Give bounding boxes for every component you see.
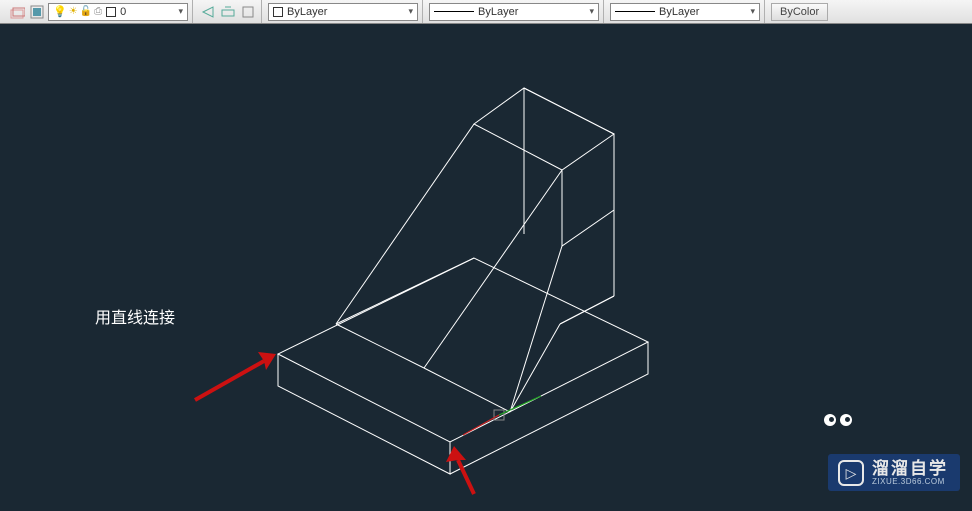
toolbar: 💡 ☀ 🔓 ⎙ 0 ▾ ByLayer ▾ ByLayer ▾ bbox=[0, 0, 972, 24]
new-layer-icon[interactable] bbox=[8, 3, 26, 21]
plotstyle-button[interactable]: ByColor bbox=[771, 3, 828, 21]
play-icon: ▷ bbox=[838, 460, 864, 486]
lineweight-section: ByLayer ▾ bbox=[606, 0, 765, 23]
annotation-arrows bbox=[195, 352, 474, 494]
linetype-section: ByLayer ▾ bbox=[425, 0, 604, 23]
line-sample-icon bbox=[615, 11, 655, 12]
chevron-down-icon: ▾ bbox=[746, 6, 755, 17]
lock-icon: 🔓 bbox=[80, 6, 92, 17]
eye-icon bbox=[824, 414, 836, 426]
layer-states-icon[interactable] bbox=[28, 3, 46, 21]
drawing-svg bbox=[0, 24, 972, 511]
lineweight-dropdown[interactable]: ByLayer ▾ bbox=[610, 3, 760, 21]
layer-tools-section: 💡 ☀ 🔓 ⎙ 0 ▾ bbox=[4, 0, 193, 23]
plotstyle-label: ByColor bbox=[780, 6, 819, 18]
annotation-text: 用直线连接 bbox=[95, 310, 175, 327]
layer-isolate-icon[interactable] bbox=[239, 3, 257, 21]
lineweight-value: ByLayer bbox=[659, 6, 699, 18]
lightbulb-icon: 💡 bbox=[53, 5, 67, 18]
eye-icon bbox=[840, 414, 852, 426]
chevron-down-icon: ▾ bbox=[404, 6, 413, 17]
watermark-main: 溜溜自学 bbox=[872, 460, 948, 479]
layer-match-icon[interactable] bbox=[219, 3, 237, 21]
layer-name-value: 0 bbox=[120, 6, 126, 18]
layer-dropdown[interactable]: 💡 ☀ 🔓 ⎙ 0 ▾ bbox=[48, 3, 188, 21]
annotation-label: 用直线连接 bbox=[95, 304, 175, 328]
wireframe-model bbox=[278, 88, 648, 474]
drawing-canvas[interactable]: 用直线连接 ▷ 溜溜自学 ZIXUE.3D66.COM bbox=[0, 24, 972, 511]
line-sample-icon bbox=[434, 11, 474, 12]
chevron-down-icon: ▾ bbox=[585, 6, 594, 17]
watermark: ▷ 溜溜自学 ZIXUE.3D66.COM bbox=[828, 454, 960, 491]
color-swatch-icon bbox=[273, 7, 283, 17]
sun-icon: ☀ bbox=[69, 6, 78, 17]
watermark-sub: ZIXUE.3D66.COM bbox=[872, 478, 948, 487]
linetype-value: ByLayer bbox=[478, 6, 518, 18]
layer-color-swatch bbox=[106, 7, 116, 17]
color-dropdown[interactable]: ByLayer ▾ bbox=[268, 3, 418, 21]
chevron-down-icon: ▾ bbox=[174, 6, 183, 17]
linetype-dropdown[interactable]: ByLayer ▾ bbox=[429, 3, 599, 21]
layer-previous-icon[interactable] bbox=[199, 3, 217, 21]
plotstyle-section: ByColor bbox=[767, 0, 832, 23]
mascot-eyes bbox=[824, 414, 852, 426]
color-value: ByLayer bbox=[287, 6, 327, 18]
color-section: ByLayer ▾ bbox=[264, 0, 423, 23]
layer-util-section bbox=[195, 0, 262, 23]
watermark-text: 溜溜自学 ZIXUE.3D66.COM bbox=[872, 460, 948, 487]
plot-icon: ⎙ bbox=[94, 6, 102, 17]
